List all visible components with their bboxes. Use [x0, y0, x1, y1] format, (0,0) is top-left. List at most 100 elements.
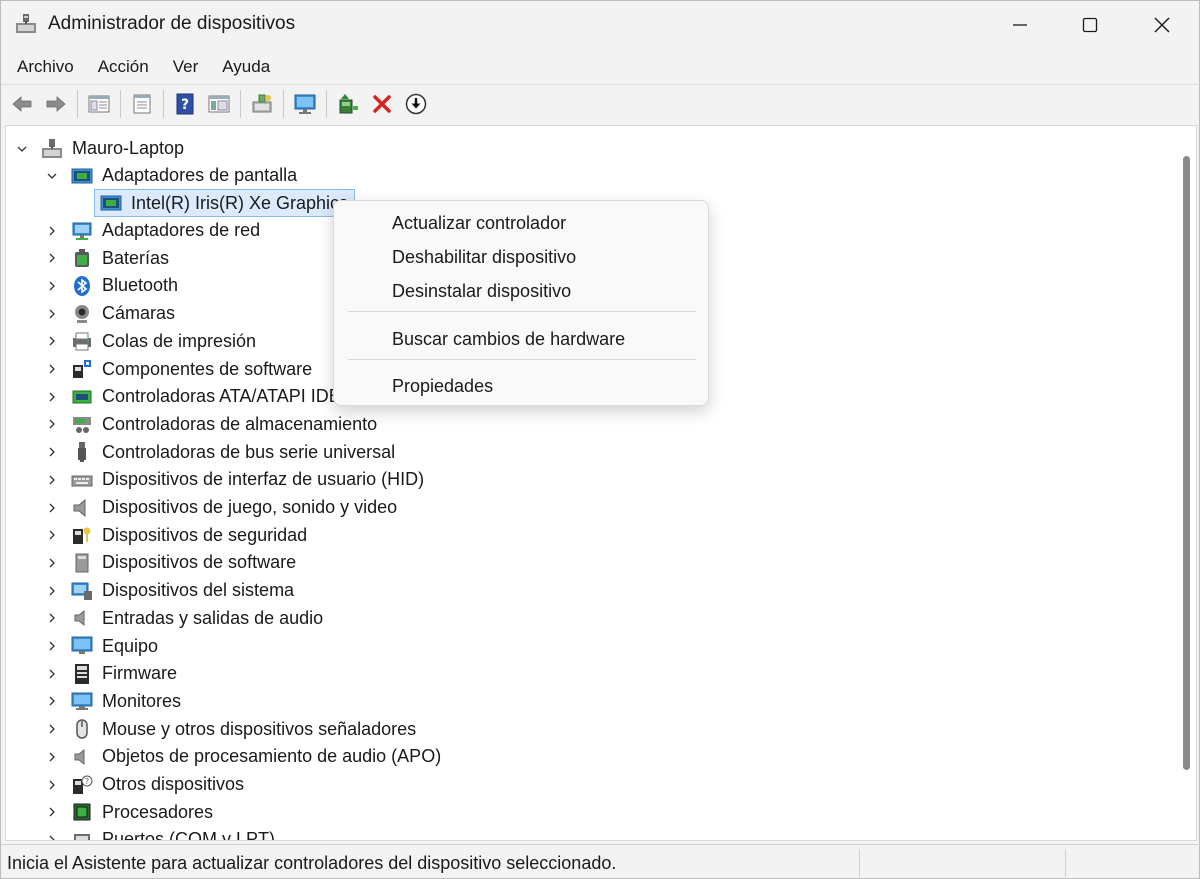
menu-ayuda[interactable]: Ayuda	[212, 51, 280, 83]
network-adapter-icon	[70, 219, 94, 243]
monitor-button[interactable]	[290, 89, 320, 119]
context-menu: Actualizar controlador Deshabilitar disp…	[333, 200, 709, 406]
chevron-right-icon[interactable]	[44, 333, 60, 349]
toolbar-separator	[120, 89, 121, 118]
tree-category[interactable]: Dispositivos del sistema	[44, 577, 294, 604]
tree-device-intel-iris[interactable]: Intel(R) Iris(R) Xe Graphics	[94, 189, 356, 217]
status-text: Inicia el Asistente para actualizar cont…	[7, 853, 617, 873]
monitor-icon	[70, 689, 94, 713]
chevron-right-icon[interactable]	[44, 278, 60, 294]
tree-category[interactable]: Entradas y salidas de audio	[44, 605, 323, 632]
forward-button[interactable]	[41, 89, 71, 119]
chevron-right-icon[interactable]	[44, 527, 60, 543]
back-button[interactable]	[7, 89, 37, 119]
chevron-right-icon[interactable]	[44, 666, 60, 682]
tree-category[interactable]: Componentes de software	[44, 356, 312, 383]
tree-category[interactable]: Dispositivos de interfaz de usuario (HID…	[44, 466, 424, 493]
tree-root[interactable]: Mauro-Laptop	[14, 135, 184, 162]
update-driver-button[interactable]	[333, 89, 363, 119]
tree-category[interactable]: Mouse y otros dispositivos señaladores	[44, 716, 416, 743]
tree-category-label: Dispositivos de interfaz de usuario (HID…	[102, 469, 425, 490]
chevron-down-icon[interactable]	[14, 141, 30, 157]
tree-category[interactable]: Objetos de procesamiento de audio (APO)	[44, 743, 441, 770]
vertical-scrollbar[interactable]	[1183, 156, 1190, 770]
tree-category[interactable]: ? Otros dispositivos	[44, 771, 244, 798]
computer-icon	[70, 634, 94, 658]
tree-category-label: Dispositivos de seguridad	[102, 524, 308, 545]
close-button[interactable]	[1127, 1, 1197, 49]
minimize-button[interactable]	[985, 1, 1055, 49]
tree-category[interactable]: Controladoras de almacenamiento	[44, 411, 377, 438]
chevron-right-icon[interactable]	[44, 832, 60, 840]
printer-icon	[70, 329, 94, 353]
chevron-right-icon[interactable]	[44, 444, 60, 460]
tree-category[interactable]: Procesadores	[44, 799, 213, 826]
tree-category-label: Otros dispositivos	[102, 774, 245, 794]
software-device-icon	[70, 551, 94, 575]
bluetooth-icon	[70, 274, 94, 298]
tree-category-label: Monitores	[102, 690, 182, 711]
show-hide-tree-button[interactable]	[84, 89, 114, 119]
tree-category[interactable]: Puertos (COM y LPT)	[44, 826, 275, 840]
menu-ver[interactable]: Ver	[163, 51, 209, 83]
help-button[interactable]: ?	[170, 89, 200, 119]
storage-controller-icon	[70, 412, 94, 436]
other-device-icon: ?	[70, 773, 94, 797]
chevron-right-icon[interactable]	[44, 500, 60, 516]
tree-category-adaptadores-pantalla[interactable]: Adaptadores de pantalla	[44, 162, 297, 189]
chevron-right-icon[interactable]	[44, 250, 60, 266]
download-button[interactable]	[401, 89, 431, 119]
action-pane-button[interactable]	[204, 89, 234, 119]
chevron-right-icon[interactable]	[44, 416, 60, 432]
tree-category[interactable]: Monitores	[44, 688, 181, 715]
tree-category[interactable]: Controladoras de bus serie universal	[44, 439, 395, 466]
chevron-right-icon[interactable]	[44, 223, 60, 239]
chevron-right-icon[interactable]	[44, 610, 60, 626]
uninstall-button[interactable]	[367, 89, 397, 119]
tree-category[interactable]: Colas de impresión	[44, 328, 256, 355]
maximize-button[interactable]	[1055, 1, 1125, 49]
tree-category[interactable]: Cámaras	[44, 300, 175, 327]
tree-category[interactable]: Dispositivos de juego, sonido y video	[44, 494, 397, 521]
menu-properties[interactable]: Propiedades	[392, 376, 493, 397]
scan-hardware-button[interactable]	[247, 89, 277, 119]
computer-tree-icon	[40, 137, 64, 161]
software-component-icon	[70, 357, 94, 381]
chevron-right-icon[interactable]	[44, 749, 60, 765]
tree-category[interactable]: Adaptadores de red	[44, 217, 260, 244]
chevron-right-icon[interactable]	[44, 804, 60, 820]
tree-category[interactable]: Bluetooth	[44, 272, 178, 299]
tree-category[interactable]: Dispositivos de software	[44, 549, 296, 576]
menu-bar: Archivo Acción Ver Ayuda	[1, 49, 1200, 84]
tree-category[interactable]: Dispositivos de seguridad	[44, 522, 307, 549]
chevron-right-icon[interactable]	[44, 306, 60, 322]
chevron-down-icon[interactable]	[44, 168, 60, 184]
forward-arrow-icon	[46, 95, 66, 112]
tree-category[interactable]: Controladoras ATA/ATAPI IDE	[44, 383, 341, 410]
device-manager-window: Administrador de dispositivos Archivo Ac…	[0, 0, 1200, 879]
menu-disable-device[interactable]: Deshabilitar dispositivo	[392, 247, 576, 268]
chevron-right-icon[interactable]	[44, 777, 60, 793]
tree-category[interactable]: Equipo	[44, 633, 158, 660]
menu-scan-hardware[interactable]: Buscar cambios de hardware	[392, 329, 625, 350]
menu-archivo[interactable]: Archivo	[7, 51, 84, 83]
tree-category[interactable]: Firmware	[44, 660, 177, 687]
chevron-right-icon[interactable]	[44, 638, 60, 654]
status-divider	[859, 849, 860, 877]
menu-uninstall-device[interactable]: Desinstalar dispositivo	[392, 281, 571, 302]
tree-category[interactable]: Baterías	[44, 245, 169, 272]
chevron-right-icon[interactable]	[44, 389, 60, 405]
chevron-right-icon[interactable]	[44, 721, 60, 737]
context-menu-separator	[348, 311, 696, 312]
menu-accion[interactable]: Acción	[88, 51, 159, 83]
tree-root-label: Mauro-Laptop	[72, 138, 185, 158]
properties-button[interactable]	[127, 89, 157, 119]
chevron-right-icon[interactable]	[44, 693, 60, 709]
menu-update-driver[interactable]: Actualizar controlador	[392, 213, 566, 234]
tree-category-label: Dispositivos de software	[102, 552, 297, 573]
chevron-right-icon[interactable]	[44, 583, 60, 599]
tree-category-label: Colas de impresión	[102, 330, 257, 351]
chevron-right-icon[interactable]	[44, 472, 60, 488]
chevron-right-icon[interactable]	[44, 555, 60, 571]
chevron-right-icon[interactable]	[44, 361, 60, 377]
